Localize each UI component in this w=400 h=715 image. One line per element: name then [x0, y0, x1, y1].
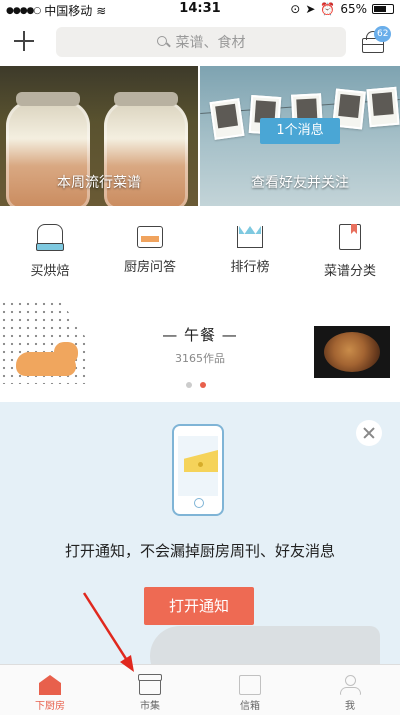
category-kitchen-qa[interactable]: 厨房问答 — [100, 220, 200, 290]
cooking-pot-icon — [137, 226, 163, 248]
banner-caption: 本周流行菜谱 — [57, 175, 141, 191]
message-pill[interactable]: 1个消息 — [260, 118, 340, 144]
banner-row: 本周流行菜谱 1个消息 查看好友并关注 — [0, 66, 400, 206]
search-placeholder: 菜谱、食材 — [175, 35, 246, 51]
search-icon — [156, 35, 170, 49]
category-label: 菜谱分类 — [323, 264, 376, 279]
search-input[interactable]: 菜谱、食材 — [56, 27, 346, 57]
meal-photo — [314, 326, 390, 378]
pager-dot — [186, 382, 192, 388]
category-baking[interactable]: 买烘焙 — [0, 220, 100, 290]
tab-bar: 下厨房 市集 信箱 我 — [0, 664, 400, 715]
battery-fill — [374, 6, 386, 12]
tab-market[interactable]: 市集 — [100, 665, 200, 715]
bookmark-book-icon — [339, 224, 361, 250]
tab-label: 市集 — [140, 701, 160, 712]
alarm-icon: ⏰ — [320, 2, 336, 16]
status-right: ⊙ ➤ ⏰ 65% — [290, 2, 394, 16]
weekly-recipes-banner[interactable]: 本周流行菜谱 — [0, 66, 198, 206]
enable-notifications-button[interactable]: 打开通知 — [144, 587, 254, 625]
crown-icon — [237, 226, 263, 248]
close-icon[interactable] — [356, 420, 382, 446]
add-recipe-button[interactable] — [12, 29, 36, 53]
notification-message: 打开通知，不会漏掉厨房周刊、好友消息 — [64, 542, 335, 560]
category-ranking[interactable]: 排行榜 — [200, 220, 300, 290]
phone-home-button — [194, 498, 204, 508]
top-bar: 菜谱、食材 — [0, 22, 400, 64]
app-screen: ●●●●○ 中国移动 ≋ 14:31 ⊙ ➤ ⏰ 65% 菜谱、食材 62 本周… — [0, 0, 400, 715]
tab-label: 信箱 — [240, 701, 260, 712]
tab-profile[interactable]: 我 — [300, 665, 400, 715]
friends-banner[interactable]: 1个消息 查看好友并关注 — [198, 66, 400, 206]
mail-icon — [239, 675, 261, 695]
category-label: 厨房问答 — [123, 260, 176, 275]
tab-mailbox[interactable]: 信箱 — [200, 665, 300, 715]
tab-label: 下厨房 — [35, 701, 65, 712]
banner-caption: 查看好友并关注 — [251, 175, 349, 191]
home-icon — [39, 675, 61, 695]
category-label: 买烘焙 — [30, 264, 70, 279]
store-icon — [138, 674, 162, 695]
carousel-pager — [186, 382, 206, 388]
tab-label: 我 — [345, 701, 355, 712]
lock-rotation-icon: ⊙ — [290, 2, 301, 16]
status-bar: ●●●●○ 中国移动 ≋ 14:31 ⊙ ➤ ⏰ 65% — [0, 0, 400, 18]
photo-image — [209, 98, 245, 140]
location-icon: ➤ — [305, 2, 316, 16]
battery-percent: 65% — [340, 2, 367, 16]
profile-icon — [339, 675, 361, 695]
pager-dot-active — [200, 382, 206, 388]
photo-image — [366, 86, 400, 128]
category-recipe-types[interactable]: 菜谱分类 — [300, 220, 400, 290]
category-label: 排行榜 — [230, 260, 270, 275]
meal-carousel[interactable]: — 午餐 — 3165作品 — [0, 300, 400, 390]
category-row: 买烘焙 厨房问答 排行榜 菜谱分类 — [0, 220, 400, 290]
tab-home[interactable]: 下厨房 — [0, 665, 100, 715]
battery-icon — [372, 4, 394, 14]
oven-mitt-icon — [36, 224, 64, 251]
